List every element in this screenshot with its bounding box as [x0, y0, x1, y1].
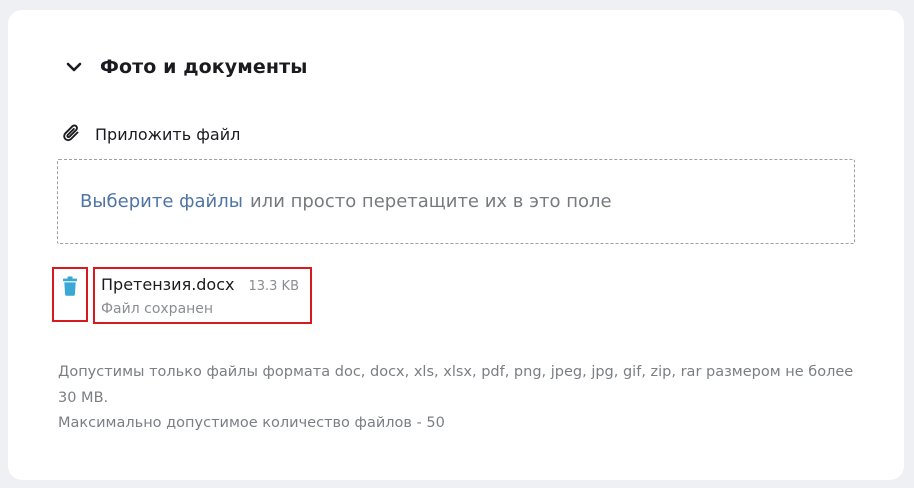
file-status: Файл сохранен: [101, 301, 214, 317]
file-dropzone[interactable]: Выберите файлы или просто перетащите их …: [57, 159, 855, 244]
chevron-down-icon[interactable]: [63, 56, 85, 78]
file-name: Претензия.docx: [101, 275, 235, 294]
dropzone-hint: или просто перетащите их в это поле: [249, 191, 612, 212]
upload-rules: Допустимы только файлы формата doc, docx…: [58, 360, 858, 437]
section-toggle[interactable]: Фото и документы: [63, 56, 308, 78]
trash-icon[interactable]: [63, 276, 77, 320]
choose-files-link[interactable]: Выберите файлы: [80, 191, 243, 212]
attach-file-label: Приложить файл: [95, 124, 241, 144]
paperclip-icon: [61, 122, 83, 146]
attach-file-button[interactable]: Приложить файл: [61, 122, 240, 146]
delete-file-button[interactable]: [52, 267, 88, 322]
section-title: Фото и документы: [100, 56, 308, 78]
max-files-text: Максимально допустимое количество файлов…: [58, 415, 445, 431]
file-size: 13.3 KB: [248, 279, 300, 294]
allowed-formats-text: Допустимы только файлы формата doc, docx…: [58, 364, 854, 406]
uploaded-file-item: Претензия.docx 13.3 KB Файл сохранен: [52, 267, 322, 327]
file-info: Претензия.docx 13.3 KB Файл сохранен: [93, 267, 312, 324]
documents-card: Фото и документы Приложить файл Выберите…: [8, 10, 904, 480]
